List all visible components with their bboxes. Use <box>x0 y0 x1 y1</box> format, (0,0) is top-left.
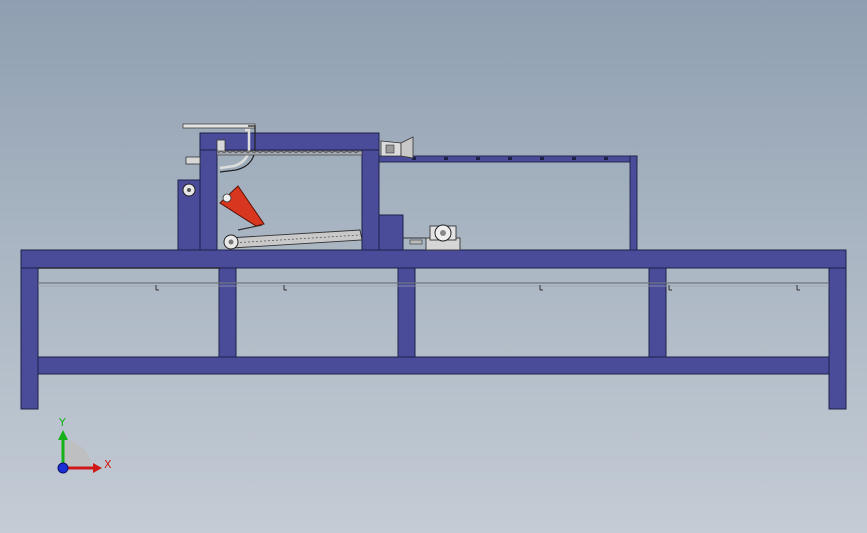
chain-track <box>216 150 363 156</box>
guide-rail <box>38 267 829 291</box>
gantry-top-beam <box>199 132 380 151</box>
drive-motor <box>403 224 461 251</box>
axis-triad: Y X <box>57 416 112 474</box>
table-post-2 <box>397 267 416 358</box>
triad-sector <box>63 440 91 468</box>
x-axis-arrow-icon <box>93 463 102 473</box>
model-drawing: Y X <box>20 123 847 474</box>
x-axis-label: X <box>104 458 112 471</box>
table-post-3 <box>648 267 667 358</box>
table-lower-beam <box>37 356 830 375</box>
y-axis-arrow-icon <box>58 430 68 440</box>
outfeed-conveyor <box>378 136 638 251</box>
y-axis-label: Y <box>58 416 66 429</box>
table-frame <box>20 249 847 410</box>
motor-block <box>378 214 404 251</box>
table-top-beam <box>20 249 847 269</box>
table-leg-right <box>828 267 847 410</box>
gantry-post-right <box>361 142 380 251</box>
gantry-frame <box>177 132 404 251</box>
cad-viewport[interactable]: Y X <box>0 0 867 533</box>
table-leg-left <box>20 267 39 410</box>
gantry-post-left <box>199 142 218 251</box>
table-post-1 <box>218 267 237 358</box>
z-axis-dot <box>57 462 69 474</box>
